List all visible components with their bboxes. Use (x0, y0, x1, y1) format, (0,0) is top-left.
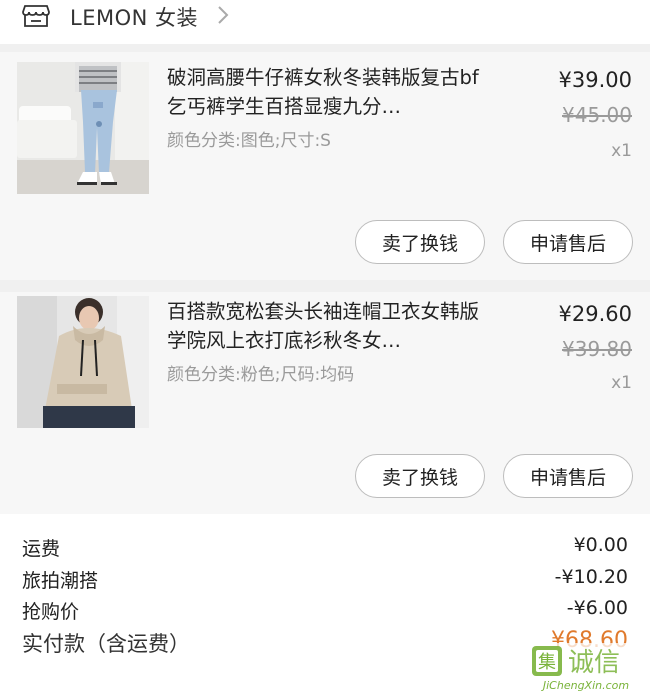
svg-text:集: 集 (538, 652, 556, 673)
discount-label: 旅拍潮搭 (22, 570, 99, 592)
shipping-row: 运费 ¥0.00 (22, 534, 628, 564)
resell-button[interactable]: 卖了换钱 (355, 454, 485, 498)
order-item[interactable]: 百搭款宽松套头长袖连帽卫衣女韩版学院风上衣打底衫秋冬女… 颜色分类:粉色;尺码:… (0, 292, 650, 514)
discount-label: 抢购价 (22, 601, 80, 623)
svg-text:诚信: 诚信 (568, 648, 620, 678)
product-title[interactable]: 破洞高腰牛仔裤女秋冬装韩版复古bf乞丐裤学生百搭显瘦九分… (167, 63, 497, 121)
store-icon (22, 5, 50, 27)
discount-value: -¥10.20 (554, 566, 628, 588)
resell-button[interactable]: 卖了换钱 (355, 220, 485, 264)
divider (0, 44, 650, 52)
discount-row: 抢购价 -¥6.00 (22, 597, 628, 627)
order-summary: 运费 ¥0.00 旅拍潮搭 -¥10.20 抢购价 -¥6.00 实付款（含运费… (0, 526, 650, 695)
product-sku: 颜色分类:图色;尺寸:S (167, 131, 331, 151)
product-price: ¥39.00 (558, 68, 632, 92)
original-price: ¥45.00 (562, 103, 632, 127)
divider (0, 280, 650, 292)
product-price: ¥29.60 (558, 302, 632, 326)
order-item[interactable]: 破洞高腰牛仔裤女秋冬装韩版复古bf乞丐裤学生百搭显瘦九分… 颜色分类:图色;尺寸… (0, 52, 650, 280)
discount-value: -¥6.00 (566, 597, 628, 619)
product-sku: 颜色分类:粉色;尺码:均码 (167, 365, 355, 385)
original-price: ¥39.80 (562, 337, 632, 361)
svg-text:JiChengXin.com: JiChengXin.com (541, 679, 629, 692)
total-label: 实付款（含运费） (22, 632, 190, 656)
product-title[interactable]: 百搭款宽松套头长袖连帽卫衣女韩版学院风上衣打底衫秋冬女… (167, 297, 497, 355)
shipping-label: 运费 (22, 538, 61, 560)
quantity: x1 (611, 141, 632, 161)
divider (0, 514, 650, 526)
discount-row: 旅拍潮搭 -¥10.20 (22, 566, 628, 596)
shipping-value: ¥0.00 (573, 534, 628, 556)
chevron-right-icon[interactable] (216, 4, 230, 26)
after-sales-button[interactable]: 申请售后 (503, 220, 633, 264)
after-sales-button[interactable]: 申请售后 (503, 454, 633, 498)
product-image[interactable] (17, 62, 149, 194)
store-name[interactable]: LEMON 女装 (70, 2, 198, 32)
watermark-logo: 集 诚信 JiChengXin.com (528, 643, 646, 693)
store-header[interactable]: LEMON 女装 (0, 0, 650, 44)
product-image[interactable] (17, 296, 149, 428)
quantity: x1 (611, 373, 632, 393)
